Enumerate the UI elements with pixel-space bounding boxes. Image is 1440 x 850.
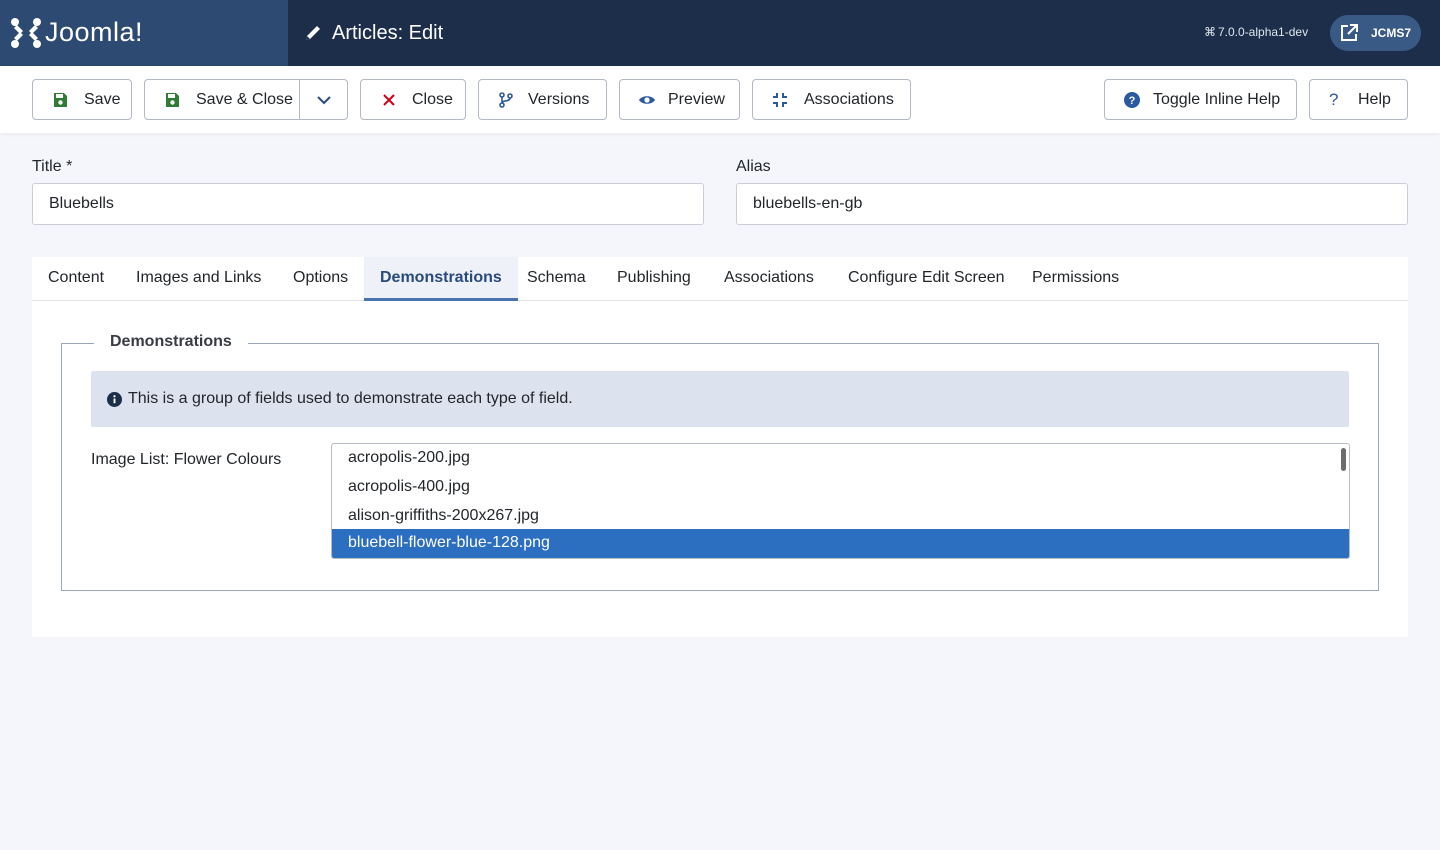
help-button[interactable]: ? Help	[1309, 79, 1408, 120]
preview-label: Preview	[668, 90, 725, 108]
associations-button[interactable]: Associations	[752, 79, 911, 120]
save-icon	[54, 92, 67, 107]
tab-schema[interactable]: Schema	[527, 257, 586, 301]
info-circle-icon	[107, 391, 122, 407]
save-options-dropdown[interactable]	[300, 80, 348, 119]
question-icon: ?	[1329, 89, 1339, 109]
alias-input[interactable]: bluebells-en-gb	[736, 183, 1408, 225]
tab-bar: Content Images and Links Options Demonst…	[32, 257, 1408, 301]
image-list-select[interactable]: acropolis-200.jpg acropolis-400.jpg alis…	[331, 443, 1350, 559]
version-label: 7.0.0-alpha1-dev	[1218, 25, 1309, 39]
svg-text:?: ?	[1129, 95, 1136, 107]
save-close-group: Save & Close	[144, 79, 348, 120]
page-title: Articles: Edit	[332, 21, 444, 44]
save-close-button[interactable]: Save & Close	[164, 80, 318, 119]
help-label: Help	[1358, 90, 1391, 108]
tab-permissions[interactable]: Permissions	[1032, 257, 1119, 301]
page-title-area: Articles: Edit	[303, 0, 443, 66]
preview-button[interactable]: Preview	[619, 79, 740, 120]
version-info[interactable]: ⌘ 7.0.0-alpha1-dev	[1204, 25, 1308, 39]
site-link-button[interactable]: JCMS7	[1330, 15, 1421, 51]
tab-options[interactable]: Options	[293, 257, 348, 301]
tab-configure-edit-screen[interactable]: Configure Edit Screen	[848, 257, 1005, 301]
list-option[interactable]: acropolis-400.jpg	[332, 473, 1349, 502]
app-header: Joomla! Articles: Edit ⌘ 7.0.0-alpha1-de…	[0, 0, 1440, 66]
alias-label: Alias	[736, 158, 771, 175]
pencil-icon	[306, 26, 320, 40]
question-circle-icon: ?	[1124, 91, 1140, 108]
joomla-small-icon: ⌘	[1204, 25, 1216, 39]
close-button[interactable]: Close	[360, 79, 466, 120]
chevron-down-icon	[317, 95, 331, 104]
associations-label: Associations	[804, 90, 894, 108]
close-icon	[383, 93, 395, 106]
logo[interactable]: Joomla!	[0, 0, 288, 66]
tab-demonstrations[interactable]: Demonstrations	[364, 257, 518, 301]
tab-content[interactable]: Content	[48, 257, 104, 301]
fieldset-legend: Demonstrations	[94, 333, 248, 351]
toolbar: Save Save & Close Close Versions Preview…	[0, 66, 1440, 133]
tabs-card: Content Images and Links Options Demonst…	[32, 257, 1408, 637]
list-option-selected[interactable]: bluebell-flower-blue-128.png	[332, 529, 1349, 558]
code-branch-icon	[499, 91, 513, 108]
save-icon	[166, 92, 179, 107]
eye-icon	[639, 95, 655, 104]
info-text: This is a group of fields used to demons…	[128, 390, 573, 407]
tab-images-and-links[interactable]: Images and Links	[136, 257, 261, 301]
image-list-label: Image List: Flower Colours	[91, 451, 282, 468]
logo-text: Joomla!	[45, 17, 144, 47]
title-input[interactable]: Bluebells	[32, 183, 704, 225]
compress-icon	[773, 92, 787, 107]
close-label: Close	[412, 90, 453, 108]
tab-associations[interactable]: Associations	[724, 257, 814, 301]
info-alert: This is a group of fields used to demons…	[91, 371, 1349, 427]
save-close-label: Save & Close	[196, 90, 293, 108]
list-option[interactable]: alison-griffiths-200x267.jpg	[332, 502, 1349, 531]
list-option[interactable]: acropolis-200.jpg	[332, 444, 1349, 473]
scrollbar-thumb[interactable]	[1341, 448, 1346, 471]
versions-button[interactable]: Versions	[478, 79, 607, 120]
joomla-logo-icon	[11, 18, 41, 48]
toggle-inline-help-label: Toggle Inline Help	[1153, 90, 1281, 108]
title-label: Title *	[32, 158, 73, 175]
tab-publishing[interactable]: Publishing	[617, 257, 691, 301]
save-label: Save	[84, 90, 121, 108]
toggle-inline-help-button[interactable]: ? Toggle Inline Help	[1104, 79, 1297, 120]
site-name: JCMS7	[1371, 26, 1412, 40]
save-button[interactable]: Save	[32, 79, 132, 120]
external-link-icon	[1341, 24, 1358, 41]
versions-label: Versions	[528, 90, 590, 108]
